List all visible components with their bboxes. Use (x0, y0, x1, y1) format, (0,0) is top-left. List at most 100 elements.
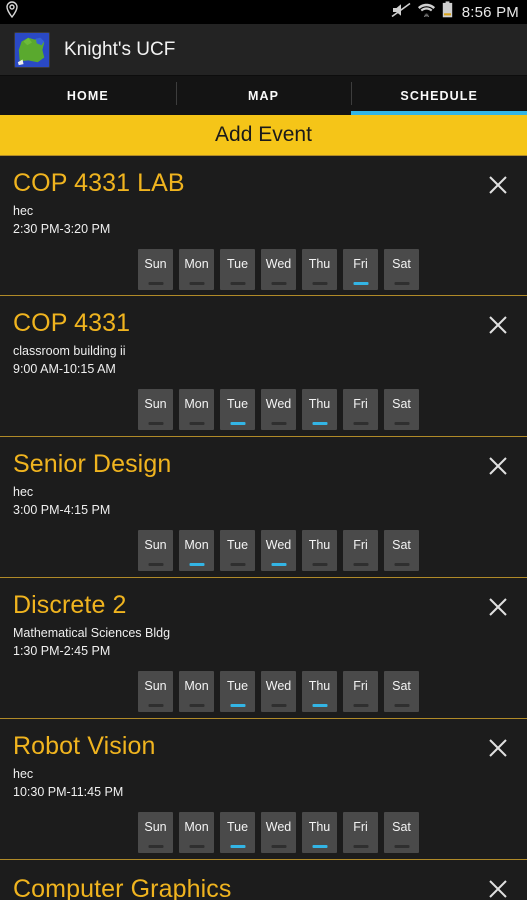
tab-schedule[interactable]: SCHEDULE (351, 76, 527, 115)
day-chip-sat[interactable]: Sat (384, 248, 419, 290)
day-chip-label: Sun (144, 678, 167, 693)
day-chip-wed[interactable]: Wed (261, 529, 296, 571)
event-day-selector: Sun Mon Tue Wed Thu Fri Sat (0, 239, 527, 290)
day-chip-tue[interactable]: Tue (220, 388, 255, 430)
day-chip-label: Tue (226, 256, 249, 271)
day-chip-label: Sat (392, 256, 411, 271)
day-chip-indicator (230, 844, 245, 848)
day-chip-sat[interactable]: Sat (384, 388, 419, 430)
day-chip-wed[interactable]: Wed (261, 388, 296, 430)
day-chip-wed[interactable]: Wed (261, 811, 296, 853)
app-map-logo-icon[interactable] (14, 31, 50, 68)
day-chip-label: Fri (353, 537, 368, 552)
close-icon[interactable] (479, 306, 517, 344)
event-card[interactable]: COP 4331 classroom building ii 9:00 AM-10:… (0, 296, 527, 437)
day-chip-thu[interactable]: Thu (302, 670, 337, 712)
day-chip-sun[interactable]: Sun (138, 529, 173, 571)
day-chip-indicator (271, 421, 286, 425)
day-chip-indicator (312, 421, 327, 425)
battery-icon (442, 1, 453, 23)
day-chip-sun[interactable]: Sun (138, 248, 173, 290)
status-bar-clock: 8:56 PM (461, 3, 519, 21)
day-chip-tue[interactable]: Tue (220, 529, 255, 571)
day-chip-sat[interactable]: Sat (384, 811, 419, 853)
day-chip-sat[interactable]: Sat (384, 529, 419, 571)
tab-schedule-indicator (351, 111, 527, 115)
day-chip-indicator (230, 281, 245, 285)
day-chip-mon[interactable]: Mon (179, 388, 214, 430)
day-chip-mon[interactable]: Mon (179, 811, 214, 853)
day-chip-fri[interactable]: Fri (343, 811, 378, 853)
tab-map-label: MAP (247, 88, 280, 103)
day-chip-indicator (189, 562, 204, 566)
day-chip-label: Wed (265, 256, 292, 271)
day-chip-label: Sat (392, 537, 411, 552)
day-chip-indicator (148, 281, 163, 285)
day-chip-sun[interactable]: Sun (138, 388, 173, 430)
day-chip-indicator (148, 562, 163, 566)
day-chip-label: Wed (265, 819, 292, 834)
status-bar-right: 8:56 PM (391, 1, 519, 23)
day-chip-fri[interactable]: Fri (343, 670, 378, 712)
close-icon[interactable] (479, 729, 517, 767)
page-title: Knight's UCF (64, 38, 176, 60)
event-card[interactable]: COP 4331 LAB hec 2:30 PM-3:20 PM Sun Mon Tue W… (0, 155, 527, 296)
event-card[interactable]: Senior Design hec 3:00 PM-4:15 PM Sun Mon Tue… (0, 437, 527, 578)
tab-home-indicator (0, 111, 176, 115)
tab-map[interactable]: MAP (175, 76, 352, 115)
close-icon[interactable] (479, 588, 517, 626)
event-time: 1:30 PM-2:45 PM (13, 644, 111, 659)
event-card[interactable]: Discrete 2 Mathematical Sciences Bldg 1:30… (0, 578, 527, 719)
day-chip-thu[interactable]: Thu (302, 388, 337, 430)
event-card[interactable]: Robot Vision hec 10:30 PM-11:45 PM Sun Mon Tu… (0, 719, 527, 860)
day-chip-indicator (394, 703, 409, 707)
day-chip-mon[interactable]: Mon (179, 529, 214, 571)
day-chip-tue[interactable]: Tue (220, 811, 255, 853)
event-day-selector: Sun Mon Tue Wed Thu Fri Sat (0, 802, 527, 853)
day-chip-indicator (230, 703, 245, 707)
event-title: Computer Graphics (13, 875, 232, 900)
event-card[interactable]: Computer Graphics (0, 860, 527, 900)
day-chip-indicator (230, 421, 245, 425)
schedule-event-list[interactable]: COP 4331 LAB hec 2:30 PM-3:20 PM Sun Mon Tue W… (0, 155, 527, 900)
day-chip-label: Tue (226, 537, 249, 552)
event-title: Discrete 2 (13, 591, 127, 619)
day-chip-sun[interactable]: Sun (138, 670, 173, 712)
day-chip-indicator (271, 562, 286, 566)
day-chip-tue[interactable]: Tue (220, 670, 255, 712)
day-chip-label: Mon (184, 256, 209, 271)
event-location: classroom building ii (13, 344, 126, 359)
day-chip-fri[interactable]: Fri (343, 529, 378, 571)
day-chip-label: Wed (265, 396, 292, 411)
day-chip-mon[interactable]: Mon (179, 670, 214, 712)
day-chip-sun[interactable]: Sun (138, 811, 173, 853)
day-chip-thu[interactable]: Thu (302, 248, 337, 290)
day-chip-indicator (271, 281, 286, 285)
app-header: Knight's UCF (0, 24, 527, 76)
tab-home-label: HOME (66, 88, 109, 103)
tab-home[interactable]: HOME (0, 76, 176, 115)
close-icon[interactable] (479, 870, 517, 900)
day-chip-thu[interactable]: Thu (302, 811, 337, 853)
add-event-button[interactable]: Add Event (0, 115, 527, 155)
day-chip-sat[interactable]: Sat (384, 670, 419, 712)
day-chip-label: Fri (353, 396, 368, 411)
day-chip-label: Fri (353, 678, 368, 693)
day-chip-tue[interactable]: Tue (220, 248, 255, 290)
day-chip-fri[interactable]: Fri (343, 388, 378, 430)
day-chip-label: Thu (308, 819, 331, 834)
day-chip-indicator (189, 421, 204, 425)
day-chip-indicator (230, 562, 245, 566)
day-chip-label: Wed (265, 678, 292, 693)
close-icon[interactable] (479, 447, 517, 485)
day-chip-label: Thu (308, 678, 331, 693)
day-chip-mon[interactable]: Mon (179, 248, 214, 290)
day-chip-indicator (271, 703, 286, 707)
location-pin-icon (5, 1, 19, 23)
close-icon[interactable] (479, 166, 517, 204)
day-chip-indicator (148, 421, 163, 425)
day-chip-wed[interactable]: Wed (261, 670, 296, 712)
day-chip-fri[interactable]: Fri (343, 248, 378, 290)
day-chip-thu[interactable]: Thu (302, 529, 337, 571)
day-chip-wed[interactable]: Wed (261, 248, 296, 290)
